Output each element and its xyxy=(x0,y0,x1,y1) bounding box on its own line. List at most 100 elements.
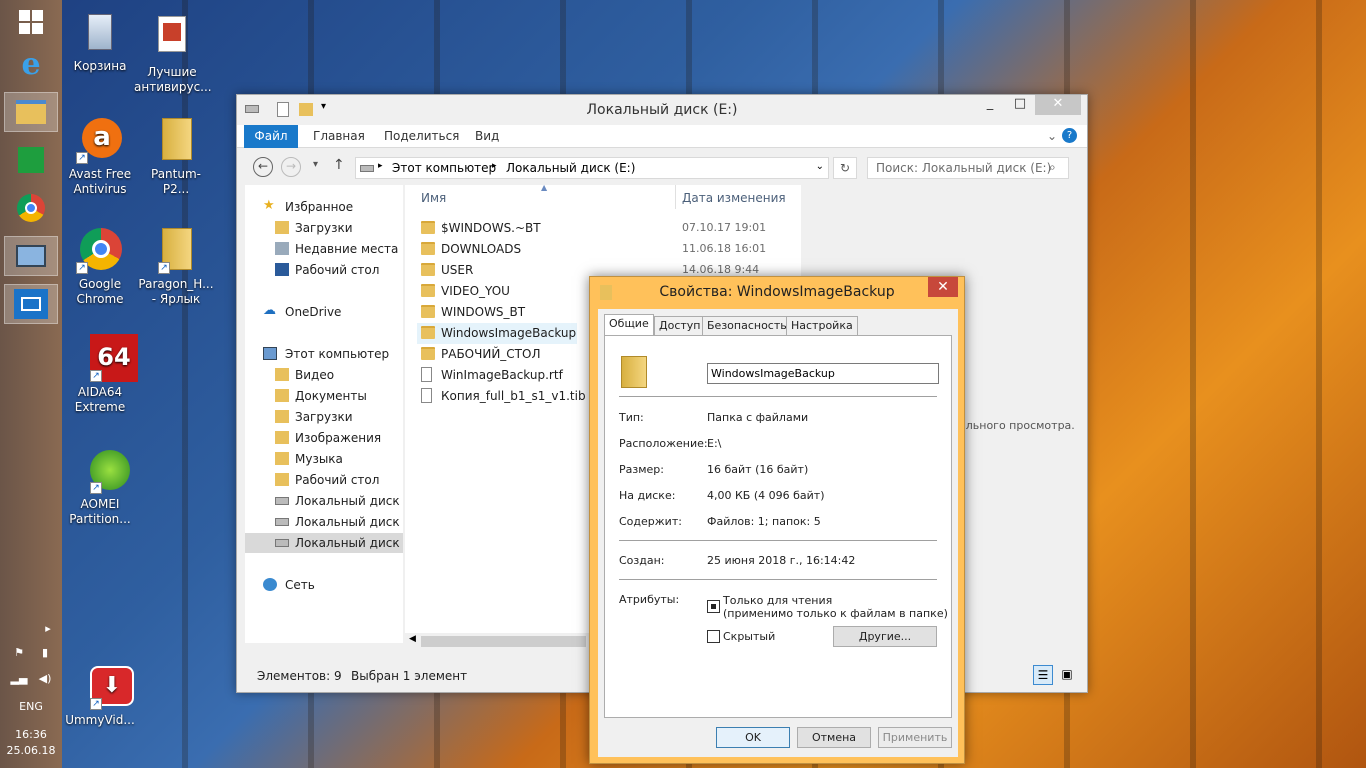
advanced-button[interactable]: Другие... xyxy=(833,626,937,647)
nav-downloads[interactable]: Загрузки xyxy=(245,218,403,238)
column-header-date[interactable]: Дата изменения xyxy=(682,191,786,205)
taskbar-chrome[interactable] xyxy=(4,188,58,228)
tab-general[interactable]: Общие xyxy=(604,314,654,336)
taskbar-mail[interactable] xyxy=(4,284,58,324)
folder-name-field[interactable]: WindowsImageBackup xyxy=(707,363,939,384)
breadcrumb-separator-icon: ▸ xyxy=(492,161,497,171)
desktop-icon-ummy[interactable]: ⬇ ↗ UmmyVid... xyxy=(62,662,138,728)
nav-desktop-pc[interactable]: Рабочий стол xyxy=(245,470,403,490)
size-value: 16 байт (16 байт) xyxy=(707,463,809,476)
avast-icon: a ↗ xyxy=(76,116,124,164)
scroll-left-icon[interactable]: ◀ xyxy=(409,634,416,644)
desktop-icon-pantum[interactable]: Pantum-P2... xyxy=(138,116,214,197)
list-item[interactable]: DOWNLOADS 11.06.18 16:01 xyxy=(417,239,785,260)
start-button[interactable] xyxy=(4,2,58,42)
nav-network[interactable]: Сеть xyxy=(245,575,403,595)
desktop-icon-aida64[interactable]: 64 ↗ AIDA64 Extreme xyxy=(62,334,138,415)
nav-drive-e[interactable]: Локальный диск (E: xyxy=(245,533,403,553)
taskbar-store[interactable] xyxy=(4,140,58,180)
tab-view[interactable]: Вид xyxy=(475,129,499,143)
address-bar[interactable]: ▸ Этот компьютер ▸ Локальный диск (E:) ⌄ xyxy=(355,157,829,179)
taskbar-ie[interactable]: e xyxy=(4,44,58,84)
folder-icon xyxy=(421,347,435,360)
tab-security[interactable]: Безопасность xyxy=(702,316,792,335)
desktop-icon-paragon[interactable]: ↗ Paragon_H... - Ярлык xyxy=(138,226,214,307)
drive-icon xyxy=(275,539,289,547)
hidden-checkbox[interactable] xyxy=(707,630,720,643)
nav-desktop[interactable]: Рабочий стол xyxy=(245,260,403,280)
back-button[interactable]: ← xyxy=(253,157,273,177)
desktop-icon-recycle-bin[interactable]: Корзина xyxy=(62,8,138,74)
tray-signal-icon[interactable]: ▂▄ xyxy=(10,672,28,685)
nav-downloads-pc[interactable]: Загрузки xyxy=(245,407,403,427)
column-header-name[interactable]: Имя xyxy=(421,191,446,205)
tab-share[interactable]: Поделиться xyxy=(384,129,459,143)
drive-icon xyxy=(275,518,289,526)
language-indicator[interactable]: ENG xyxy=(0,700,62,713)
desktop-icon-chrome[interactable]: ↗ Google Chrome xyxy=(62,226,138,307)
nav-this-pc[interactable]: Этот компьютер xyxy=(245,344,403,364)
tab-customize[interactable]: Настройка xyxy=(786,316,858,335)
clock-time[interactable]: 16:36 xyxy=(0,728,62,741)
tray-expand-icon[interactable]: ▸ xyxy=(40,622,56,635)
horizontal-scrollbar[interactable]: ◀ xyxy=(405,633,590,650)
downloads-folder-icon xyxy=(275,221,289,234)
nav-onedrive[interactable]: ☁ OneDrive xyxy=(245,302,403,322)
tab-home[interactable]: Главная xyxy=(313,129,365,143)
list-item-selected[interactable]: WindowsImageBackup xyxy=(417,323,577,344)
ok-button[interactable]: OK xyxy=(716,727,790,748)
status-selected: Выбран 1 элемент xyxy=(351,669,468,683)
nav-music[interactable]: Музыка xyxy=(245,449,403,469)
ribbon-expand-icon[interactable]: ⌄ xyxy=(1047,129,1057,143)
maximize-button[interactable]: □ xyxy=(1005,95,1035,115)
tray-volume-icon[interactable]: ◀) xyxy=(36,672,54,685)
desktop-icon-antivirus-doc[interactable]: Лучшие антивирус... xyxy=(134,14,212,95)
tab-file[interactable]: Файл xyxy=(244,125,298,148)
column-divider[interactable] xyxy=(675,185,676,209)
minimize-button[interactable]: _ xyxy=(975,95,1005,115)
nav-videos[interactable]: Видео xyxy=(245,365,403,385)
clock-date[interactable]: 25.06.18 xyxy=(0,744,62,757)
up-button[interactable]: ↑ xyxy=(333,157,345,173)
refresh-button[interactable]: ↻ xyxy=(833,157,857,179)
close-button[interactable]: ✕ xyxy=(1035,95,1081,115)
status-item-count: Элементов: 9 xyxy=(257,669,342,683)
readonly-label: Только для чтения xyxy=(723,594,833,607)
tab-sharing[interactable]: Доступ xyxy=(654,316,706,335)
nav-documents[interactable]: Документы xyxy=(245,386,403,406)
created-label: Создан: xyxy=(619,554,665,567)
address-dropdown-icon[interactable]: ⌄ xyxy=(816,161,824,172)
forward-button[interactable]: → xyxy=(281,157,301,177)
dialog-close-button[interactable]: ✕ xyxy=(928,277,958,297)
desktop-icon-avast[interactable]: a ↗ Avast Free Antivirus xyxy=(62,116,138,197)
created-value: 25 июня 2018 г., 16:14:42 xyxy=(707,554,856,567)
properties-dialog: Свойства: WindowsImageBackup ✕ Общие Дос… xyxy=(589,276,965,764)
aomei-icon: ↗ xyxy=(76,446,130,494)
search-input[interactable]: Поиск: Локальный диск (E:) xyxy=(867,157,1069,179)
taskbar-explorer[interactable] xyxy=(4,92,58,132)
nav-drive-c[interactable]: Локальный диск (C xyxy=(245,491,403,511)
folder-icon xyxy=(275,452,289,465)
recent-locations-dropdown[interactable]: ▾ xyxy=(313,159,318,170)
desktop-icon-label: Pantum-P2... xyxy=(151,167,201,196)
list-item[interactable]: $WINDOWS.~BT 07.10.17 19:01 xyxy=(417,218,785,239)
breadcrumb-drive-e[interactable]: Локальный диск (E:) xyxy=(506,161,635,175)
tray-battery-icon[interactable]: ▮ xyxy=(36,646,54,659)
taskbar-remote-desktop[interactable] xyxy=(4,236,58,276)
large-icons-view-button[interactable]: ▣ xyxy=(1057,665,1077,685)
tray-flag-icon[interactable]: ⚑ xyxy=(10,646,28,659)
nav-favorites[interactable]: ★ Избранное xyxy=(245,197,403,217)
readonly-checkbox[interactable] xyxy=(707,600,720,613)
help-icon[interactable]: ? xyxy=(1062,128,1077,143)
cancel-button[interactable]: Отмена xyxy=(797,727,871,748)
breadcrumb-this-pc[interactable]: Этот компьютер xyxy=(392,161,496,175)
size-on-disk-value: 4,00 КБ (4 096 байт) xyxy=(707,489,825,502)
drive-small-icon xyxy=(360,165,374,172)
desktop-icon-aomei[interactable]: ↗ AOMEI Partition... xyxy=(62,446,138,527)
nav-recent-places[interactable]: Недавние места xyxy=(245,239,403,259)
details-view-button[interactable]: ☰ xyxy=(1033,665,1053,685)
nav-drive-d[interactable]: Локальный диск (D xyxy=(245,512,403,532)
explorer-titlebar[interactable]: ▾ Локальный диск (E:) _ □ ✕ xyxy=(237,95,1087,125)
apply-button[interactable]: Применить xyxy=(878,727,952,748)
nav-pictures[interactable]: Изображения xyxy=(245,428,403,448)
